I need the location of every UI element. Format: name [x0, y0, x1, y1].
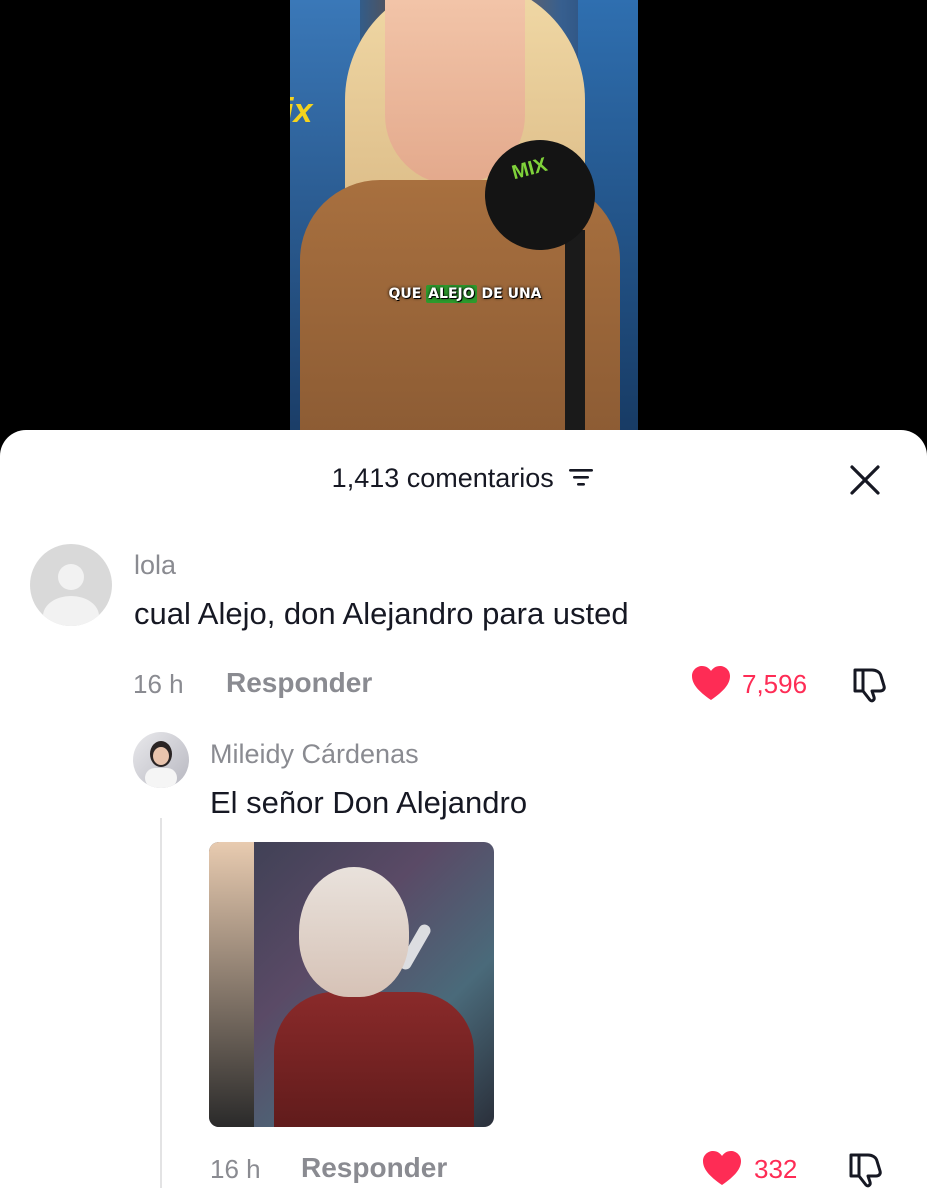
- video-player[interactable]: ix MIX QUE ALEJO DE UNA: [290, 0, 638, 440]
- avatar[interactable]: [30, 544, 112, 626]
- gif-figure: [299, 867, 409, 997]
- avatar[interactable]: [133, 732, 189, 788]
- mic-stand: [565, 230, 585, 440]
- comment-text: cual Alejo, don Alejandro para usted: [134, 596, 629, 631]
- comments-header[interactable]: 1,413 comentarios: [0, 463, 927, 495]
- heart-icon[interactable]: [701, 1149, 743, 1192]
- like-count: 7,596: [742, 669, 808, 699]
- comment-username[interactable]: lola: [134, 550, 176, 581]
- caption-word: QUE: [388, 286, 422, 302]
- heart-icon[interactable]: [690, 664, 732, 707]
- comments-sheet: 1,413 comentarios lola cual Alejo, don A…: [0, 430, 927, 1200]
- caption-word: DE UNA: [481, 286, 542, 302]
- dislike-icon[interactable]: [846, 1149, 886, 1194]
- reply-text: El señor Don Alejandro: [210, 785, 528, 820]
- station-logo: ix: [290, 92, 313, 130]
- comment-time: 16 h: [133, 669, 184, 699]
- filter-icon[interactable]: [567, 464, 595, 495]
- thread-line: [160, 818, 162, 1188]
- reply-time: 16 h: [210, 1154, 261, 1184]
- reply-button[interactable]: Responder: [226, 667, 372, 699]
- dislike-icon[interactable]: [850, 664, 890, 709]
- reply-gif[interactable]: [209, 842, 494, 1127]
- reply-button[interactable]: Responder: [301, 1152, 447, 1184]
- close-icon[interactable]: [848, 463, 882, 497]
- gif-figure: [274, 992, 474, 1127]
- caption-highlight-word: ALEJO: [426, 285, 477, 303]
- comments-count: 1,413 comentarios: [331, 463, 554, 493]
- video-caption: QUE ALEJO DE UNA: [365, 285, 565, 303]
- like-count: 332: [754, 1154, 798, 1184]
- gif-background: [209, 842, 254, 1127]
- reply-username[interactable]: Mileidy Cárdenas: [210, 739, 419, 770]
